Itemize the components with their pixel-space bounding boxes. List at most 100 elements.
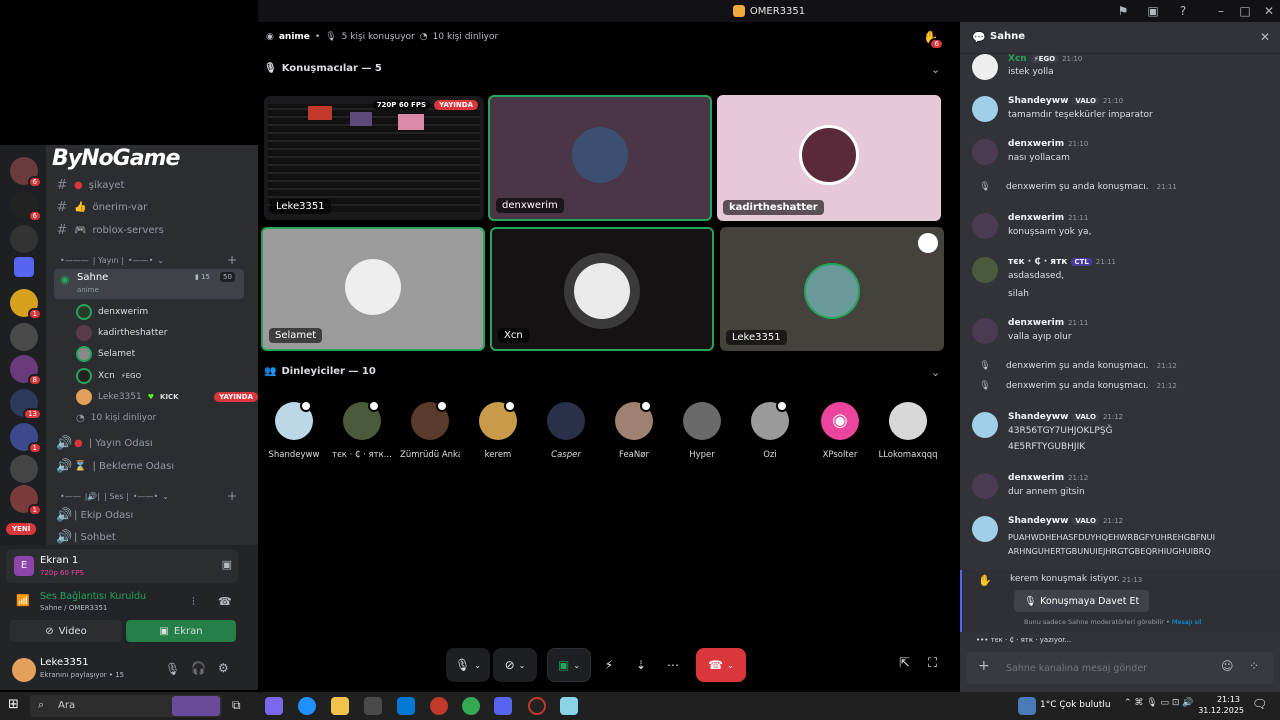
speaker-tile[interactable]: kadirtheshatter	[717, 95, 941, 221]
clock-time[interactable]: 21:13	[1200, 695, 1240, 704]
chrome-icon[interactable]	[462, 697, 480, 715]
leave-button[interactable]: ☎ ⌄	[696, 648, 746, 682]
server-icon[interactable]	[10, 225, 38, 253]
explorer-icon[interactable]	[331, 697, 349, 715]
channel-ekip-odasi[interactable]: 🔊 | Ekip Odası	[56, 505, 251, 525]
add-channel-icon[interactable]: +	[227, 253, 237, 267]
audience-member[interactable]: Shandeyww	[264, 400, 324, 460]
speakers-header[interactable]: 🎙 Konuşmacılar — 5	[264, 63, 382, 74]
audience-member[interactable]: тєк · ₵ · ятк...	[332, 400, 392, 460]
avatar[interactable]	[972, 96, 998, 122]
channel-bekleme-odasi[interactable]: 🔊 ⌛ | Bekleme Odası	[56, 456, 251, 476]
channel-sohbet[interactable]: 🔊 | Sohbet	[56, 527, 251, 547]
more-button[interactable]: ⋯	[660, 648, 686, 682]
add-channel-icon[interactable]: +	[227, 489, 237, 503]
opera-icon[interactable]	[430, 697, 448, 715]
move-to-audience-button[interactable]: ⇣	[628, 648, 654, 682]
audience-member[interactable]: Casper	[536, 402, 596, 460]
gear-icon[interactable]: ⚙	[218, 661, 229, 675]
weather-text[interactable]: 1°C Çok bulutlu	[1040, 700, 1111, 710]
audience-member[interactable]: FeaNør	[604, 400, 664, 460]
voice-user[interactable]: Selamet	[76, 344, 135, 364]
chevron-down-icon[interactable]: ⌄	[931, 63, 940, 76]
inbox-icon[interactable]: ⚑	[1114, 2, 1132, 20]
audience-member[interactable]: LLokomaxqqq	[878, 402, 938, 460]
author[interactable]: denxwerim	[1008, 213, 1064, 223]
server-icon[interactable]: 6	[10, 157, 42, 188]
screen-share-button[interactable]: ▣ ⌄	[547, 648, 591, 682]
server-icon[interactable]: 6	[10, 191, 42, 222]
audience-member[interactable]: Ozi	[740, 400, 800, 460]
audience-member[interactable]: Zümrüdü Anka	[400, 400, 460, 460]
voice-channel[interactable]: Sahne / OMER3351	[40, 604, 107, 612]
author[interactable]: denxwerim	[1008, 139, 1064, 149]
stage-channel[interactable]: ◉ Sahne anime ▮ 15 50	[54, 269, 244, 299]
voice-user[interactable]: denxwerim	[76, 302, 148, 322]
avatar[interactable]	[972, 473, 998, 499]
category-ses[interactable]: •—— |🔊| | Ses | •——• ⌄ +	[60, 489, 245, 503]
edge-icon[interactable]	[298, 697, 316, 715]
author[interactable]: Shandeyww	[1008, 516, 1068, 526]
avatar[interactable]	[972, 516, 998, 542]
speaker-tile[interactable]: Leke3351	[720, 227, 944, 351]
screen-icon[interactable]: ▣	[1144, 2, 1162, 20]
disconnect-icon[interactable]: ☎	[218, 595, 232, 608]
voice-status[interactable]: Ses Bağlantısı Kuruldu	[40, 591, 146, 602]
avatar[interactable]	[972, 139, 998, 165]
raise-hand-icon[interactable]: ✋ 6	[923, 30, 944, 50]
windows-start-icon[interactable]: ⊞	[8, 697, 19, 712]
message-input[interactable]	[1006, 656, 1206, 680]
emoji-icon[interactable]: ☺	[1221, 659, 1234, 673]
screen-button[interactable]: ▣ Ekran	[126, 620, 236, 642]
screen-share-card[interactable]: E Ekran 1 720p 60 FPS ▣	[6, 549, 238, 583]
soundboard-icon[interactable]: ⫶	[192, 595, 195, 609]
help-icon[interactable]: ?	[1174, 2, 1192, 20]
channel-roblox-servers[interactable]: # 🎮 roblox-servers	[56, 220, 251, 240]
mic-icon[interactable]: 🎙	[165, 662, 180, 676]
avatar[interactable]	[972, 54, 998, 80]
author[interactable]: Shandeyww	[1008, 412, 1068, 422]
discord-icon[interactable]	[494, 697, 512, 715]
mic-button[interactable]: 🎙 ⌄	[446, 648, 490, 682]
apps-icon[interactable]: ⁘	[1249, 659, 1259, 673]
avatar[interactable]	[12, 658, 36, 682]
channel-yayin-odasi[interactable]: 🔊 ● | Yayın Odası	[56, 433, 251, 453]
task-view-icon[interactable]: ⧉	[232, 698, 241, 713]
server-icon[interactable]: 13	[10, 389, 42, 420]
speaker-tile[interactable]: Xcn	[490, 227, 714, 351]
stream-tile[interactable]: 720P 60 FPS YAYINDA Leke3351	[264, 96, 484, 220]
author[interactable]: Xcn	[1008, 54, 1027, 64]
delete-message-link[interactable]: Mesajı sil	[1172, 618, 1202, 626]
speaker-tile[interactable]: Selamet	[261, 227, 485, 351]
author[interactable]: Shandeyww	[1008, 96, 1068, 106]
invite-to-speak-button[interactable]: 🎙 Konuşmaya Davet Et	[1014, 590, 1150, 612]
speaker-tile[interactable]: denxwerim	[488, 95, 712, 221]
channel-onerim-var[interactable]: # 👍 önerim-var	[56, 197, 251, 217]
category-yayin[interactable]: •——— | Yayın | •——• ⌄ +	[60, 253, 245, 267]
listener-count[interactable]: ◔ 10 kişi dinliyor	[76, 408, 156, 428]
headphones-icon[interactable]: 🎧	[191, 661, 206, 675]
chevron-down-icon[interactable]: ⌄	[931, 366, 940, 379]
server-icon[interactable]: 8	[10, 355, 42, 386]
audience-header[interactable]: 👥 Dinleyiciler — 10	[264, 366, 376, 377]
stop-share-icon[interactable]: ▣	[222, 558, 232, 571]
camera-button[interactable]: ⊘ ⌄	[493, 648, 537, 682]
voice-user[interactable]: Xcn ⚡EGO	[76, 366, 141, 386]
audience-member[interactable]: Hyper	[672, 402, 732, 460]
voice-user[interactable]: kadirtheshatter	[76, 323, 167, 343]
add-attachment-icon[interactable]: +	[978, 658, 990, 674]
search-box[interactable]: ⌕ Ara	[30, 695, 222, 717]
minimize-button[interactable]: –	[1212, 2, 1230, 20]
avatar[interactable]	[972, 412, 998, 438]
maximize-button[interactable]: □	[1236, 2, 1254, 20]
audience-member[interactable]: kerem	[468, 400, 528, 460]
avatar[interactable]	[972, 213, 998, 239]
voice-user[interactable]: Leke3351 ♥ KICK YAYINDA	[76, 387, 258, 407]
server-icon[interactable]: 1	[10, 485, 42, 516]
folder-icon[interactable]	[14, 257, 34, 277]
notification-icon[interactable]: 🗨	[1252, 697, 1267, 711]
store-icon[interactable]	[364, 697, 382, 715]
avatar[interactable]	[972, 257, 998, 283]
server-icon[interactable]	[10, 455, 38, 483]
avatar[interactable]	[972, 318, 998, 344]
